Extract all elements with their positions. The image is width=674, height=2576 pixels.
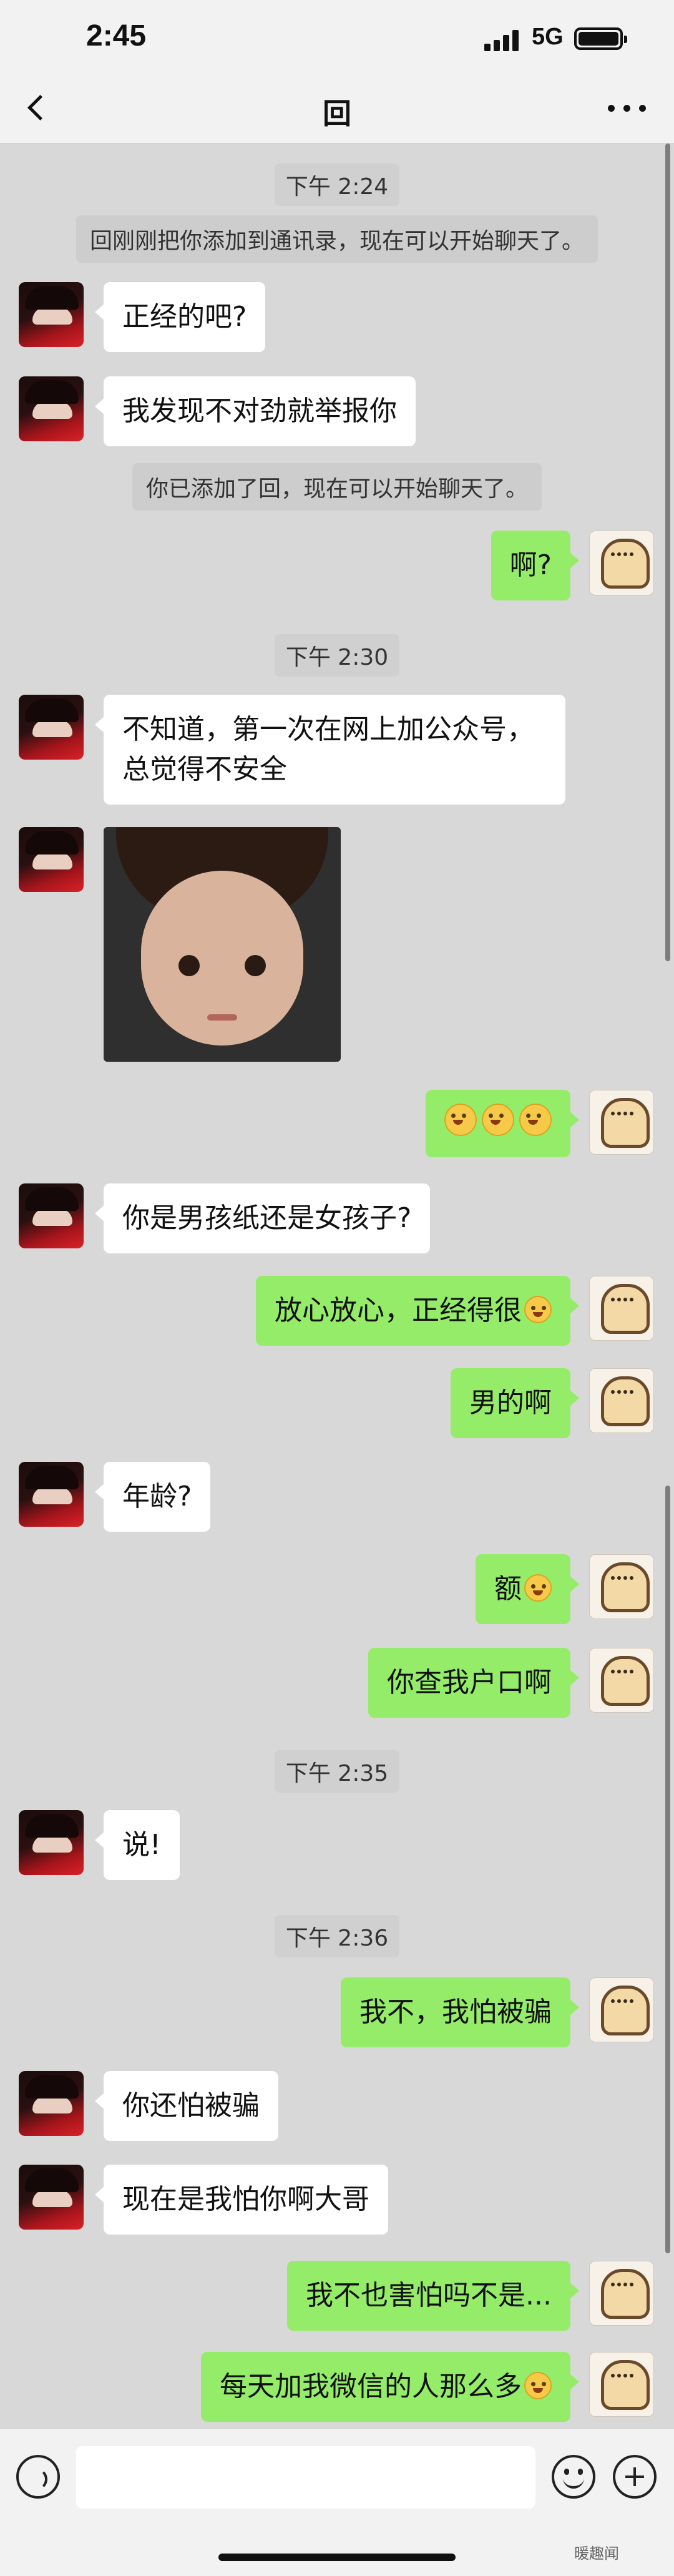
avatar-right[interactable] (589, 2261, 654, 2326)
sweat-emoji-icon (524, 1574, 552, 1602)
message-bubble-left[interactable]: 现在是我怕你啊大哥 (95, 2165, 388, 2235)
more-icon[interactable] (605, 96, 649, 121)
chat-title: 回 (323, 97, 351, 130)
message-text: 放心放心，正经得很 (275, 1295, 522, 1326)
message-bubble-left[interactable]: 你是男孩纸还是女孩子? (94, 1183, 431, 1253)
sneer-emoji-icon (524, 2372, 552, 2399)
avatar-right[interactable] (589, 1554, 654, 1619)
message-text: 每天加我微信的人那么多 (220, 2371, 522, 2402)
avatar-right[interactable] (589, 1276, 654, 1341)
avatar-left[interactable] (19, 376, 84, 441)
avatar-left[interactable] (19, 1462, 84, 1527)
avatar-right[interactable] (589, 1368, 654, 1433)
system-message: 你已添加了回，现在可以开始聊天了。 (0, 463, 674, 511)
message-bubble-right[interactable]: 男的啊 (451, 1368, 579, 1438)
status-bar: 2:45 5G (0, 0, 674, 75)
timestamp: 下午 2:30 (0, 634, 674, 677)
timestamp: 下午 2:24 (0, 164, 674, 206)
network-type: 5G (532, 24, 564, 50)
avatar-right[interactable] (589, 531, 654, 595)
emoji-icon[interactable] (552, 2455, 595, 2499)
message-bubble-left[interactable]: 不知道，第一次在网上加公众号，总觉得不安全 (95, 695, 565, 805)
laughing-tears-emoji-icon (519, 1104, 552, 1136)
message-bubble-left[interactable]: 我发现不对劲就举报你 (95, 376, 416, 446)
avatar-left[interactable] (19, 2071, 84, 2136)
message-bubble-left[interactable]: 你还怕被骗 (95, 2071, 278, 2141)
voice-icon[interactable] (16, 2455, 60, 2499)
watermark: 暖趣闻 (574, 2545, 619, 2562)
message-bubble-right[interactable]: 啊? (491, 531, 580, 600)
photo-message[interactable] (104, 827, 341, 1062)
scrollbar-bottom[interactable] (665, 1486, 670, 2253)
avatar-left[interactable] (19, 282, 84, 347)
message-text: 额 (494, 1573, 522, 1605)
input-bar: 暖趣闻 (0, 2428, 674, 2576)
timestamp: 下午 2:36 (0, 1915, 674, 1957)
laughing-tears-emoji-icon (482, 1104, 514, 1136)
message-bubble-right[interactable]: 我不也害怕吗不是... (287, 2261, 579, 2331)
plus-icon[interactable] (613, 2455, 657, 2499)
avatar-right[interactable] (589, 1648, 654, 1713)
home-indicator[interactable] (218, 2554, 456, 2561)
message-bubble-right[interactable]: 我不，我怕被骗 (341, 1977, 579, 2047)
system-message: 回刚刚把你添加到通讯录，现在可以开始聊天了。 (0, 215, 674, 263)
message-bubble-right[interactable] (426, 1090, 579, 1157)
scrollbar-top[interactable] (665, 144, 670, 961)
message-bubble-right[interactable]: 额 (476, 1554, 579, 1624)
nav-bar: 回 (0, 75, 674, 144)
avatar-left[interactable] (19, 2165, 84, 2230)
status-time: 2:45 (86, 19, 147, 52)
signal-icon (484, 29, 522, 51)
avatar-left[interactable] (19, 1183, 84, 1248)
message-bubble-left[interactable]: 正经的吧? (94, 282, 266, 352)
avatar-right[interactable] (589, 2352, 654, 2417)
avatar-left[interactable] (19, 1810, 84, 1875)
laughing-tears-emoji-icon (444, 1104, 477, 1136)
message-bubble-right[interactable]: 你查我户口啊 (368, 1648, 579, 1718)
message-bubble-left[interactable]: 年龄? (94, 1462, 211, 1532)
avatar-left[interactable] (19, 827, 84, 892)
timestamp: 下午 2:35 (0, 1750, 674, 1793)
avatar-right[interactable] (589, 1977, 654, 2042)
message-bubble-right[interactable]: 放心放心，正经得很 (256, 1276, 579, 1346)
smirk-emoji-icon (524, 1296, 552, 1323)
message-bubble-left[interactable]: 说! (95, 1810, 180, 1880)
avatar-left[interactable] (19, 695, 84, 760)
avatar-right[interactable] (589, 1090, 654, 1155)
message-bubble-right[interactable]: 每天加我微信的人那么多 (201, 2352, 579, 2422)
battery-icon (574, 27, 627, 50)
message-input[interactable] (76, 2446, 535, 2509)
